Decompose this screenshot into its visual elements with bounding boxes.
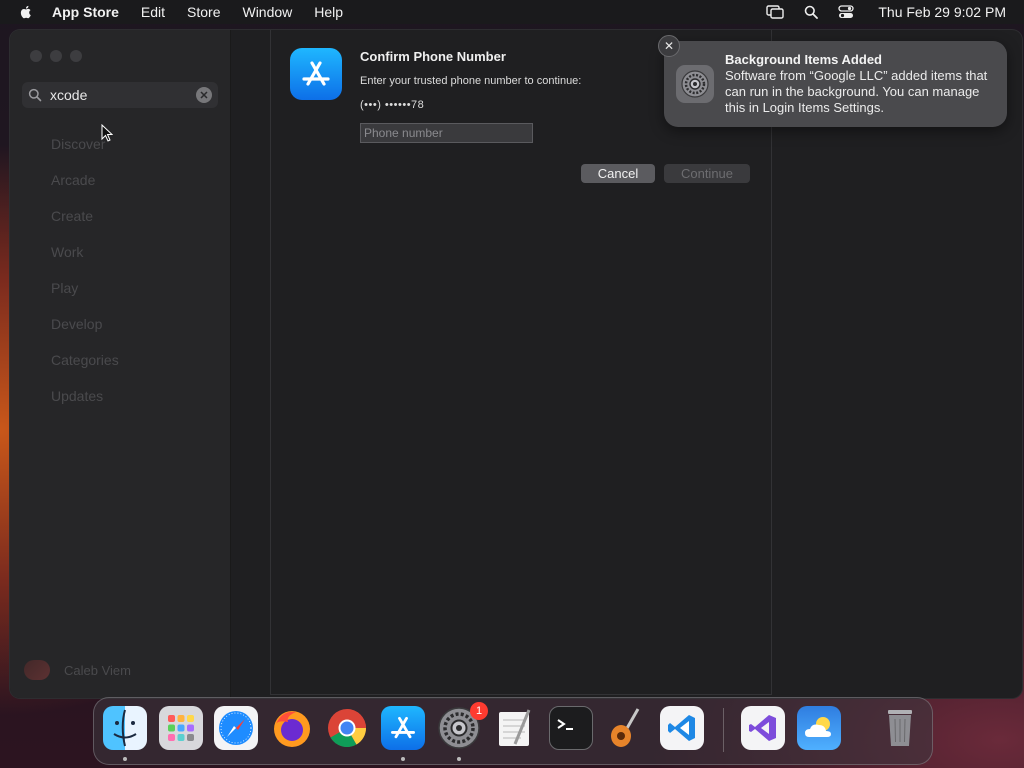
masked-phone-number: (•••) ••••••78 bbox=[360, 99, 425, 111]
weather-icon[interactable] bbox=[797, 706, 841, 750]
sidebar-item-arcade[interactable]: Arcade bbox=[51, 170, 119, 206]
firefox-icon[interactable] bbox=[270, 706, 314, 750]
control-center-icon[interactable] bbox=[838, 5, 855, 19]
finder-running-indicator bbox=[123, 757, 127, 761]
system-settings-icon bbox=[676, 65, 714, 103]
search-input[interactable]: xcode bbox=[50, 87, 196, 103]
menu-edit[interactable]: Edit bbox=[141, 4, 165, 20]
confirm-phone-dialog: Confirm Phone Number Enter your trusted … bbox=[270, 30, 772, 695]
continue-button[interactable]: Continue bbox=[664, 164, 750, 183]
zoom-window-button[interactable] bbox=[70, 50, 82, 62]
clear-search-icon[interactable]: ✕ bbox=[196, 87, 212, 103]
close-notification-icon[interactable]: ✕ bbox=[658, 35, 680, 57]
app-store-running-indicator bbox=[401, 757, 405, 761]
account-button[interactable]: Caleb Viem bbox=[24, 660, 131, 680]
terminal-icon[interactable] bbox=[549, 706, 593, 750]
sidebar-nav: Discover Arcade Create Work Play Develop… bbox=[51, 134, 119, 422]
vscode-icon[interactable] bbox=[660, 706, 704, 750]
dialog-title: Confirm Phone Number bbox=[360, 49, 506, 64]
chrome-icon[interactable] bbox=[325, 706, 369, 750]
minimize-window-button[interactable] bbox=[50, 50, 62, 62]
safari-icon[interactable] bbox=[214, 706, 258, 750]
menu-bar: App Store Edit Store Window Help Thu Feb… bbox=[0, 0, 1024, 24]
sidebar-item-work[interactable]: Work bbox=[51, 242, 119, 278]
avatar bbox=[24, 660, 50, 680]
settings-badge: 1 bbox=[470, 702, 488, 720]
app-store-icon bbox=[290, 48, 342, 100]
apple-icon[interactable] bbox=[18, 4, 34, 20]
app-store-dock-icon[interactable] bbox=[381, 706, 425, 750]
sidebar-item-create[interactable]: Create bbox=[51, 206, 119, 242]
spotlight-search-icon[interactable] bbox=[804, 5, 819, 19]
dialog-prompt: Enter your trusted phone number to conti… bbox=[360, 75, 582, 87]
sidebar-item-play[interactable]: Play bbox=[51, 278, 119, 314]
launchpad-icon[interactable] bbox=[159, 706, 203, 750]
menu-clock[interactable]: Thu Feb 29 9:02 PM bbox=[878, 4, 1006, 20]
sidebar-item-categories[interactable]: Categories bbox=[51, 350, 119, 386]
trash-icon[interactable] bbox=[878, 706, 922, 750]
sidebar-item-develop[interactable]: Develop bbox=[51, 314, 119, 350]
menu-store[interactable]: Store bbox=[187, 4, 220, 20]
garageband-icon[interactable] bbox=[604, 706, 648, 750]
menu-window[interactable]: Window bbox=[242, 4, 292, 20]
cancel-button[interactable]: Cancel bbox=[581, 164, 655, 183]
user-name: Caleb Viem bbox=[64, 662, 131, 678]
notification-body: Software from “Google LLC” added items t… bbox=[725, 68, 988, 115]
menu-app-name[interactable]: App Store bbox=[52, 4, 119, 20]
close-window-button[interactable] bbox=[30, 50, 42, 62]
dock: 1 bbox=[93, 697, 933, 765]
settings-running-indicator bbox=[457, 757, 461, 761]
search-icon bbox=[28, 88, 42, 102]
menu-help[interactable]: Help bbox=[314, 4, 343, 20]
window-controls bbox=[30, 50, 90, 62]
notification-title: Background Items Added bbox=[725, 52, 882, 67]
visual-studio-icon[interactable] bbox=[741, 706, 785, 750]
mouse-cursor-icon bbox=[101, 124, 113, 142]
phone-number-input[interactable] bbox=[360, 123, 533, 143]
screen-mirroring-icon[interactable] bbox=[766, 5, 785, 19]
textedit-icon[interactable] bbox=[493, 706, 537, 750]
search-field[interactable]: xcode ✕ bbox=[22, 82, 218, 108]
sidebar: xcode ✕ Discover Arcade Create Work Play… bbox=[10, 30, 231, 698]
background-items-notification[interactable]: ✕ Background Items Added Software from “… bbox=[658, 35, 1007, 127]
sidebar-item-updates[interactable]: Updates bbox=[51, 386, 119, 422]
finder-icon[interactable] bbox=[103, 706, 147, 750]
dock-separator bbox=[723, 708, 724, 752]
